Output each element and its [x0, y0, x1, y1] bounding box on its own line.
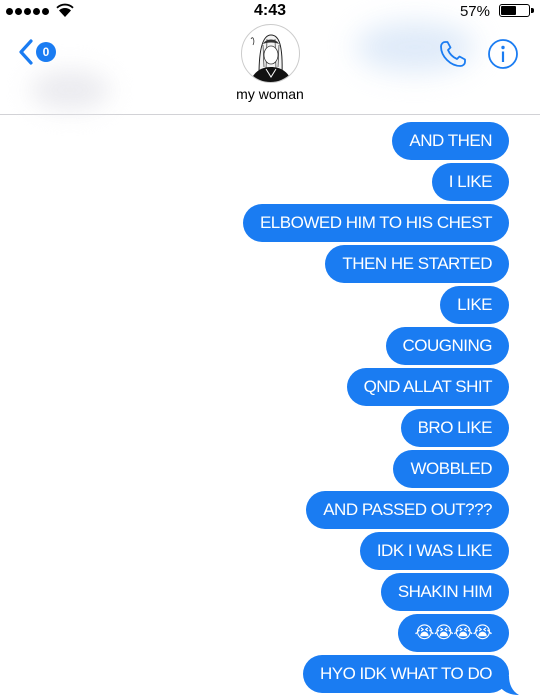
message-bubble[interactable]: AND PASSED OUT??? [306, 491, 509, 529]
bubble-tail [500, 676, 519, 695]
message-bubble[interactable]: HYO IDK WHAT TO DO [302, 655, 509, 693]
contact-avatar[interactable] [241, 24, 300, 83]
message-bubble[interactable]: WOBBLED [393, 450, 509, 488]
message-bubble[interactable]: IDK I WAS LIKE [359, 532, 509, 570]
battery-icon [499, 4, 534, 17]
avatar-illustration-icon [250, 34, 292, 82]
message-bubble[interactable]: QND ALLAT SHIT [346, 368, 509, 406]
message-bubble[interactable]: SHAKIN HIM [380, 573, 509, 611]
message-bubble[interactable]: AND THEN [392, 122, 509, 160]
battery-percent: 57% [459, 3, 490, 20]
message-list[interactable]: AND THEN I LIKE ELBOWED HIM TO HIS CHEST… [0, 122, 540, 700]
contact-name[interactable]: my woman [0, 86, 540, 102]
message-bubble-emoji[interactable]: 😭😭😭😭 [397, 614, 509, 652]
message-bubble[interactable]: BRO LIKE [400, 409, 509, 447]
back-button[interactable]: 0 [18, 38, 56, 66]
info-icon[interactable] [487, 38, 519, 70]
message-bubble[interactable]: THEN HE STARTED [325, 245, 509, 283]
status-bar: 4:43 57% [0, 0, 540, 22]
phone-icon[interactable] [438, 39, 468, 69]
message-bubble[interactable]: COUGNING [385, 327, 509, 365]
back-chevron-icon [19, 39, 33, 65]
unread-badge: 0 [36, 42, 56, 62]
message-bubble[interactable]: ELBOWED HIM TO HIS CHEST [242, 204, 509, 242]
message-bubble[interactable]: I LIKE [431, 163, 509, 201]
message-bubble[interactable]: LIKE [440, 286, 509, 324]
conversation-header: 0 my woman [0, 22, 540, 115]
